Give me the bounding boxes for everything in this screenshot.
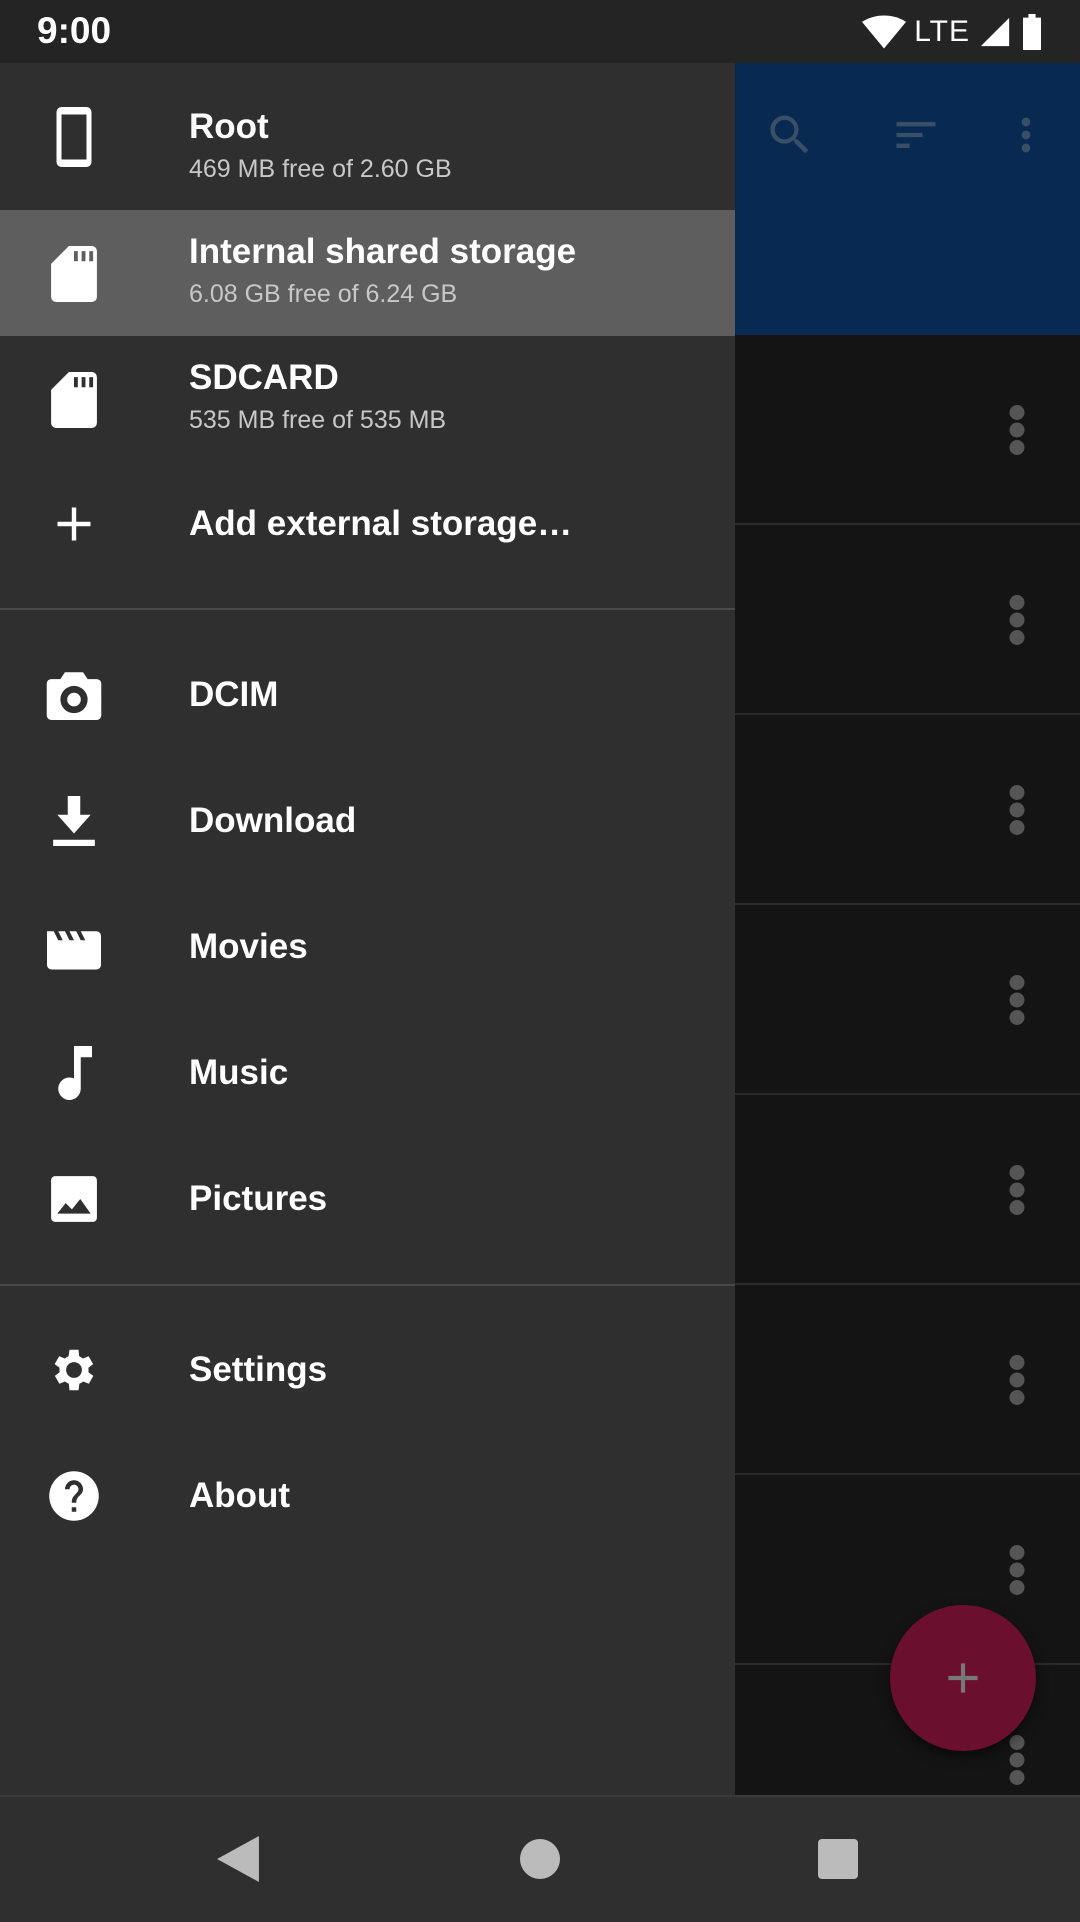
- drawer-item-title: About: [189, 1476, 291, 1515]
- settings-icon: [42, 1338, 106, 1402]
- drawer-item-title: Movies: [189, 927, 308, 966]
- back-button[interactable]: [206, 1827, 270, 1891]
- drawer-item-title: Download: [189, 801, 357, 840]
- camera-icon: [42, 663, 106, 727]
- add-icon: [948, 1663, 978, 1693]
- home-button[interactable]: [508, 1827, 572, 1891]
- more-vert-icon[interactable]: [1002, 975, 1032, 1025]
- music-note-icon: [42, 1041, 106, 1105]
- home-icon: [520, 1839, 560, 1879]
- status-bar: 9:00 LTE: [0, 0, 1080, 63]
- more-vert-icon[interactable]: [1002, 785, 1032, 835]
- drawer-item-add-external-storage[interactable]: Add external storage…: [0, 462, 735, 588]
- more-vert-icon[interactable]: [1002, 1355, 1032, 1405]
- drawer-item-subtitle: 535 MB free of 535 MB: [189, 406, 447, 434]
- more-vert-icon[interactable]: [991, 100, 1061, 170]
- recents-icon: [818, 1839, 858, 1879]
- recents-button[interactable]: [806, 1827, 870, 1891]
- drawer-item-about[interactable]: About: [0, 1434, 735, 1560]
- navigation-drawer: Root 469 MB free of 2.60 GB Internal sha…: [0, 63, 735, 1795]
- more-vert-icon[interactable]: [1002, 405, 1032, 455]
- drawer-item-title: Add external storage…: [189, 504, 573, 543]
- drawer-item-download[interactable]: Download: [0, 759, 735, 885]
- drawer-item-sdcard[interactable]: SDCARD 535 MB free of 535 MB: [0, 336, 735, 462]
- more-vert-icon[interactable]: [1002, 1545, 1032, 1595]
- drawer-item-title: Music: [189, 1053, 289, 1092]
- drawer-item-title: Internal shared storage: [189, 232, 577, 271]
- search-icon[interactable]: [755, 100, 825, 170]
- drawer-item-movies[interactable]: Movies: [0, 885, 735, 1011]
- back-icon: [217, 1836, 259, 1882]
- more-vert-icon[interactable]: [1002, 1165, 1032, 1215]
- sort-icon[interactable]: [881, 100, 951, 170]
- drawer-item-settings[interactable]: Settings: [0, 1308, 735, 1434]
- drawer-item-title: Root: [189, 107, 269, 146]
- drawer-item-root[interactable]: Root 469 MB free of 2.60 GB: [0, 63, 735, 210]
- battery-icon: [1023, 14, 1041, 50]
- drawer-item-pictures[interactable]: Pictures: [0, 1137, 735, 1263]
- drawer-item-subtitle: 6.08 GB free of 6.24 GB: [189, 280, 458, 308]
- status-icons: LTE: [862, 12, 1044, 52]
- wifi-icon: [862, 15, 907, 49]
- phone-icon: [42, 105, 106, 169]
- system-navigation-bar: [0, 1795, 1080, 1922]
- drawer-item-title: Pictures: [189, 1179, 328, 1218]
- more-vert-icon[interactable]: [1002, 595, 1032, 645]
- cell-signal-icon: [980, 17, 1010, 47]
- drawer-item-title: DCIM: [189, 675, 279, 714]
- drawer-item-title: SDCARD: [189, 358, 339, 397]
- drawer-divider: [0, 1284, 735, 1286]
- sd-card-icon: [42, 242, 106, 306]
- download-icon: [42, 789, 106, 853]
- network-type: LTE: [914, 15, 970, 48]
- image-icon: [42, 1167, 106, 1231]
- movie-icon: [42, 915, 106, 979]
- drawer-divider: [0, 608, 735, 610]
- drawer-item-music[interactable]: Music: [0, 1011, 735, 1137]
- status-time: 9:00: [37, 10, 112, 51]
- drawer-item-internal-storage[interactable]: Internal shared storage 6.08 GB free of …: [0, 210, 735, 336]
- add-fab-button[interactable]: [890, 1605, 1036, 1751]
- drawer-item-subtitle: 469 MB free of 2.60 GB: [189, 155, 452, 183]
- drawer-item-dcim[interactable]: DCIM: [0, 633, 735, 759]
- drawer-item-title: Settings: [189, 1350, 328, 1389]
- app-bar-actions: [755, 100, 1061, 170]
- sd-card-icon: [42, 368, 106, 432]
- add-icon: [42, 492, 106, 556]
- more-vert-icon[interactable]: [1002, 1735, 1032, 1785]
- help-icon: [42, 1464, 106, 1528]
